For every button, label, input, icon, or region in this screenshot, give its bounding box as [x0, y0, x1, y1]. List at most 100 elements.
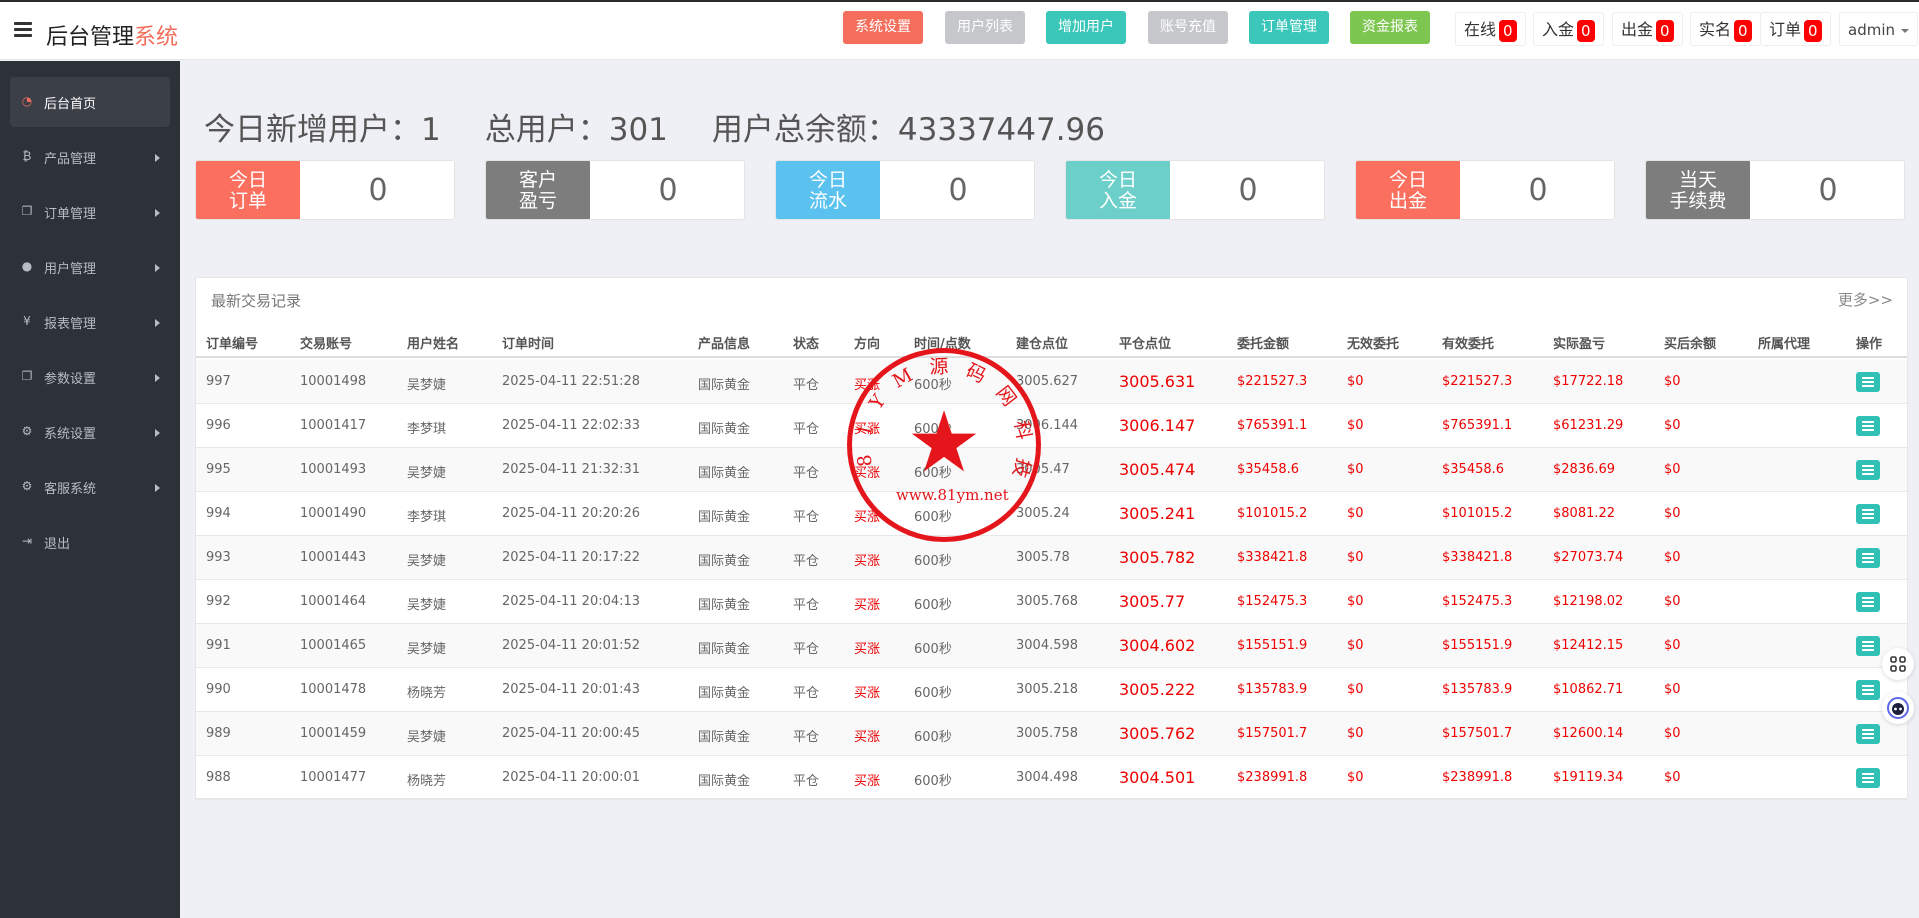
- count-badge: 0: [1734, 19, 1752, 42]
- table-cell: 平仓: [793, 774, 820, 789]
- table-row: 990 10001478 杨晓芳 2025-04-11 20:01:43 国际黄金 平仓 买…: [196, 668, 1907, 712]
- stat-pill[interactable]: 入金 0: [1533, 12, 1604, 46]
- table-cell: 995: [206, 462, 231, 477]
- kpi-label-line2: 手续费: [1669, 190, 1727, 212]
- copy-icon: ❐: [21, 204, 33, 218]
- nav-button[interactable]: 用户列表: [945, 11, 1025, 44]
- sign-out-icon: ⇥: [21, 534, 33, 548]
- table-cell: $765391.1: [1442, 418, 1513, 433]
- nav-button[interactable]: 系统设置: [843, 11, 923, 44]
- stat-label: 实名: [1699, 20, 1732, 39]
- table-cell: 2025-04-11 22:02:33: [502, 418, 641, 433]
- table-cell: 2025-04-11 20:04:13: [502, 594, 641, 609]
- stat-pill[interactable]: 实名 0: [1690, 12, 1761, 46]
- details-button[interactable]: [1856, 636, 1880, 656]
- new-users-summary: 今日新增用户：1: [204, 112, 441, 148]
- stat-pill[interactable]: 订单 0: [1760, 12, 1831, 46]
- table-cell: 3005.758: [1016, 726, 1079, 741]
- sidebar-item[interactable]: ⇥ 退出: [10, 517, 170, 567]
- table-cell: 2025-04-11 22:51:28: [502, 374, 641, 389]
- table-cell: 10001465: [300, 638, 367, 653]
- kpi-card: 客户 盈亏 0: [485, 160, 745, 220]
- nav-button[interactable]: 账号充值: [1148, 11, 1228, 44]
- apps-grid-icon[interactable]: [1882, 648, 1914, 680]
- sidebar-item[interactable]: ⚙ 客服系统: [10, 462, 170, 512]
- details-button[interactable]: [1856, 416, 1880, 436]
- nav-button[interactable]: 增加用户: [1046, 11, 1126, 44]
- table-cell: 600秒: [914, 686, 952, 701]
- table-cell: 国际黄金: [698, 378, 751, 393]
- table-cell: 10001498: [300, 374, 367, 389]
- brand-title: 后台管理系统: [46, 19, 178, 51]
- kpi-card: 今日 流水 0: [775, 160, 1035, 220]
- table-cell: 988: [206, 770, 231, 785]
- table-cell: 吴梦婕: [407, 378, 447, 393]
- table-row: 989 10001459 吴梦婕 2025-04-11 20:00:45 国际黄金 平仓 买…: [196, 712, 1907, 756]
- details-button[interactable]: [1856, 724, 1880, 744]
- top-bar: 后台管理系统 系统设置 用户列表 增加用户 账号充值 订单管理 资金报表 在线 0 入金 0 出金…: [0, 0, 1919, 60]
- table-cell: 3005.762: [1119, 724, 1196, 743]
- sidebar-item[interactable]: ₿ 产品管理: [10, 132, 170, 182]
- sidebar-item[interactable]: ◔ 后台首页: [10, 77, 170, 127]
- sidebar-item[interactable]: ⚙ 系统设置: [10, 407, 170, 457]
- table-cell: 买涨: [854, 730, 881, 745]
- sidebar-item[interactable]: ❐ 参数设置: [10, 352, 170, 402]
- admin-dropdown[interactable]: admin: [1839, 12, 1918, 46]
- table-cell: $238991.8: [1442, 770, 1513, 785]
- chat-bot-icon[interactable]: [1882, 692, 1914, 724]
- details-button[interactable]: [1856, 372, 1880, 392]
- details-button[interactable]: [1856, 460, 1880, 480]
- table-cell: $0: [1347, 374, 1364, 389]
- sidebar-item-label: 产品管理: [44, 152, 97, 167]
- column-header: 用户姓名: [407, 337, 460, 352]
- table-cell: 国际黄金: [698, 686, 751, 701]
- sidebar-item[interactable]: ❐ 订单管理: [10, 187, 170, 237]
- table-cell: 997: [206, 374, 231, 389]
- more-link[interactable]: 更多>>: [1838, 289, 1893, 310]
- table-cell: 平仓: [793, 642, 820, 657]
- latest-trades-panel: 最新交易记录 更多>> 订单编号 交易账号 用户姓名 订单时间 产品信息 状态 方向 时间/点…: [195, 277, 1908, 800]
- admin-username: admin: [1848, 21, 1895, 39]
- nav-button[interactable]: 资金报表: [1350, 11, 1430, 44]
- kpi-label-line2: 出金: [1388, 190, 1427, 212]
- nav-button[interactable]: 订单管理: [1249, 11, 1329, 44]
- kpi-label-line2: 订单: [228, 190, 267, 212]
- table-cell: 国际黄金: [698, 642, 751, 657]
- brand-main: 后台管理: [46, 25, 135, 50]
- sidebar-item[interactable]: ● 用户管理: [10, 242, 170, 292]
- column-header: 有效委托: [1442, 337, 1495, 352]
- details-button[interactable]: [1856, 768, 1880, 788]
- bitcoin-icon: ₿: [22, 149, 32, 163]
- kpi-label: 今日 流水: [776, 161, 880, 219]
- column-header: 交易账号: [300, 337, 353, 352]
- count-badge: 0: [1577, 19, 1595, 42]
- count-badge: 0: [1656, 19, 1674, 42]
- column-header: 买后余额: [1664, 337, 1717, 352]
- kpi-label: 今日 入金: [1066, 161, 1170, 219]
- table-cell: $0: [1347, 682, 1364, 697]
- table-cell: $157501.7: [1442, 726, 1513, 741]
- table-cell: 600秒: [914, 642, 952, 657]
- details-button[interactable]: [1856, 680, 1880, 700]
- stat-pill[interactable]: 出金 0: [1612, 12, 1683, 46]
- table-cell: 国际黄金: [698, 774, 751, 789]
- sidebar-item[interactable]: ¥ 报表管理: [10, 297, 170, 347]
- details-button[interactable]: [1856, 504, 1880, 524]
- table-cell: 3005.77: [1119, 592, 1186, 611]
- details-button[interactable]: [1856, 548, 1880, 568]
- details-button[interactable]: [1856, 592, 1880, 612]
- dashboard-icon: ◔: [21, 94, 33, 108]
- kpi-card: 今日 出金 0: [1355, 160, 1615, 220]
- hamburger-menu-icon[interactable]: [14, 22, 32, 38]
- table-cell: 3005.631: [1119, 372, 1196, 391]
- kpi-card: 今日 入金 0: [1065, 160, 1325, 220]
- table-cell: $12600.14: [1553, 726, 1624, 741]
- table-cell: $61231.29: [1553, 418, 1624, 433]
- stat-pill[interactable]: 在线 0: [1455, 12, 1526, 46]
- table-cell: $0: [1347, 638, 1364, 653]
- table-cell: $35458.6: [1237, 462, 1300, 477]
- table-cell: 2025-04-11 20:20:26: [502, 506, 641, 521]
- table-cell: $135783.9: [1237, 682, 1308, 697]
- table-cell: 平仓: [793, 422, 820, 437]
- table-cell: 2025-04-11 21:32:31: [502, 462, 641, 477]
